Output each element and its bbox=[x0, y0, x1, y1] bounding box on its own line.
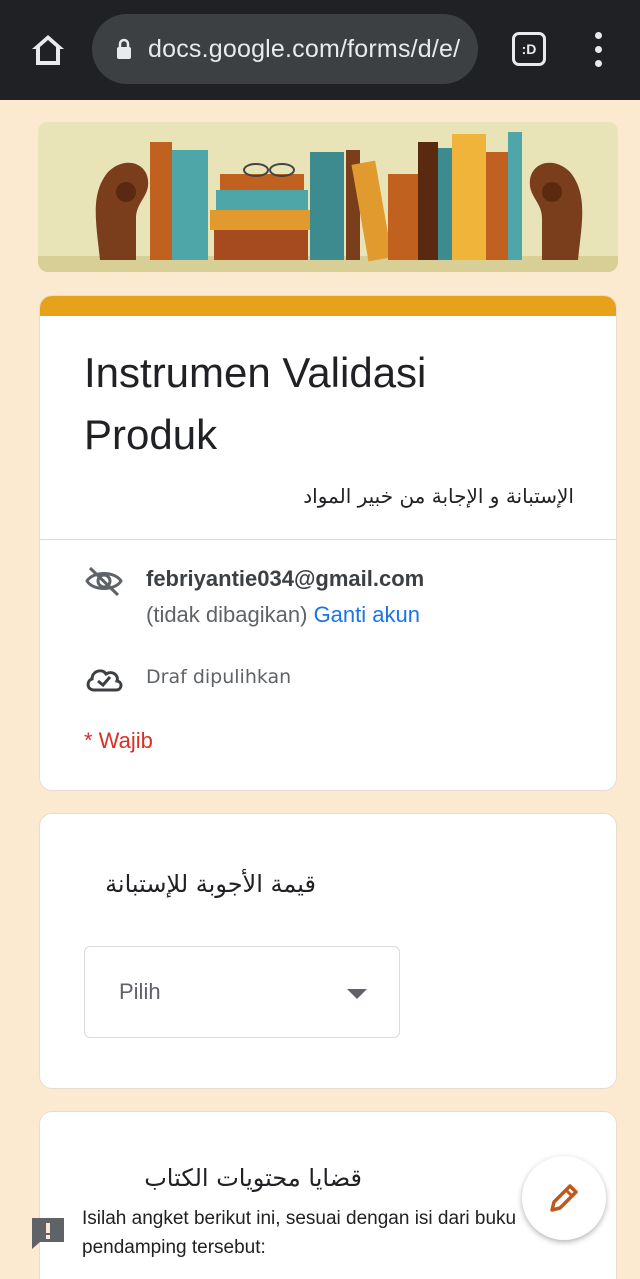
chevron-down-icon bbox=[347, 989, 367, 999]
question-card: قيمة الأجوبة للإستبانة Pilih bbox=[40, 814, 616, 1088]
lock-icon bbox=[117, 38, 131, 59]
url-text: docs.google.com/forms/d/e/ bbox=[148, 35, 461, 63]
question-title: قضايا محتويات الكتاب bbox=[144, 1164, 362, 1192]
visibility-off-icon bbox=[85, 566, 123, 597]
form-header-image bbox=[38, 122, 618, 272]
tab-switcher-icon[interactable]: :D bbox=[512, 32, 546, 66]
edit-pencil-icon bbox=[550, 1184, 578, 1212]
theme-accent-bar bbox=[40, 296, 616, 316]
account-email: febriyantie034@gmail.com bbox=[146, 566, 425, 591]
report-feedback-icon[interactable] bbox=[30, 1216, 66, 1250]
question-description: Isilah angket berikut ini, sesuai dengan… bbox=[82, 1208, 517, 1258]
form-title-card: Instrumen Validasi Produk الإستبانة و ال… bbox=[40, 296, 616, 790]
edit-fab-button[interactable] bbox=[522, 1156, 606, 1240]
shared-status-text: (tidak dibagikan) bbox=[146, 602, 308, 627]
dropdown-value: Pilih bbox=[119, 979, 161, 1004]
switch-account-link[interactable]: Ganti akun bbox=[314, 602, 420, 627]
dropdown-select[interactable]: Pilih bbox=[84, 946, 400, 1038]
more-vert-icon[interactable] bbox=[586, 30, 612, 70]
browser-toolbar: docs.google.com/forms/d/e/ :D bbox=[0, 0, 640, 100]
required-note: * Wajib bbox=[84, 728, 153, 753]
form-description: الإستبانة و الإجابة من خبير المواد bbox=[303, 484, 574, 508]
question-title: قيمة الأجوبة للإستبانة bbox=[105, 870, 316, 898]
account-share-status: (tidak dibagikan) Ganti akun bbox=[146, 602, 420, 628]
cloud-done-icon bbox=[86, 669, 123, 692]
draft-status: Draf dipulihkan bbox=[146, 666, 292, 688]
address-bar[interactable]: docs.google.com/forms/d/e/ bbox=[92, 14, 478, 84]
form-title: Instrumen Validasi Produk bbox=[84, 349, 427, 458]
bookshelf-illustration bbox=[38, 122, 618, 272]
home-icon[interactable] bbox=[28, 30, 68, 70]
divider bbox=[40, 539, 616, 540]
